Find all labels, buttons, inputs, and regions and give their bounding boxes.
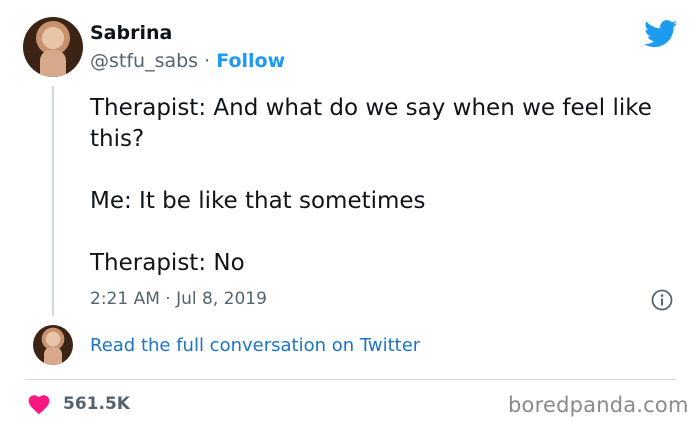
author-handle-row: @stfu_sabs · Follow	[90, 50, 285, 72]
follow-button[interactable]: Follow	[216, 50, 285, 72]
boredpanda-watermark: boredpanda.com	[508, 393, 689, 417]
reply-avatar[interactable]	[33, 325, 73, 365]
tweet-paragraph: Therapist: No	[90, 250, 245, 276]
heart-icon[interactable]	[27, 393, 51, 415]
read-conversation-link[interactable]: Read the full conversation on Twitter	[90, 335, 420, 356]
tweet-paragraph: Me: It be like that sometimes	[90, 188, 426, 214]
author-handle[interactable]: @stfu_sabs	[90, 50, 198, 72]
divider	[25, 379, 677, 380]
tweet-timestamp[interactable]: 2:21 AM · Jul 8, 2019	[90, 289, 267, 309]
author-avatar[interactable]	[23, 17, 83, 77]
tweet-text: Therapist: And what do we say when we fe…	[90, 93, 680, 279]
thread-line	[52, 86, 54, 316]
handle-separator: ·	[204, 50, 211, 72]
info-icon[interactable]	[651, 289, 673, 311]
twitter-bird-icon[interactable]	[644, 20, 678, 48]
like-count: 561.5K	[63, 394, 130, 414]
tweet-paragraph: Therapist: And what do we say when we fe…	[90, 95, 652, 152]
author-name[interactable]: Sabrina	[90, 22, 172, 44]
